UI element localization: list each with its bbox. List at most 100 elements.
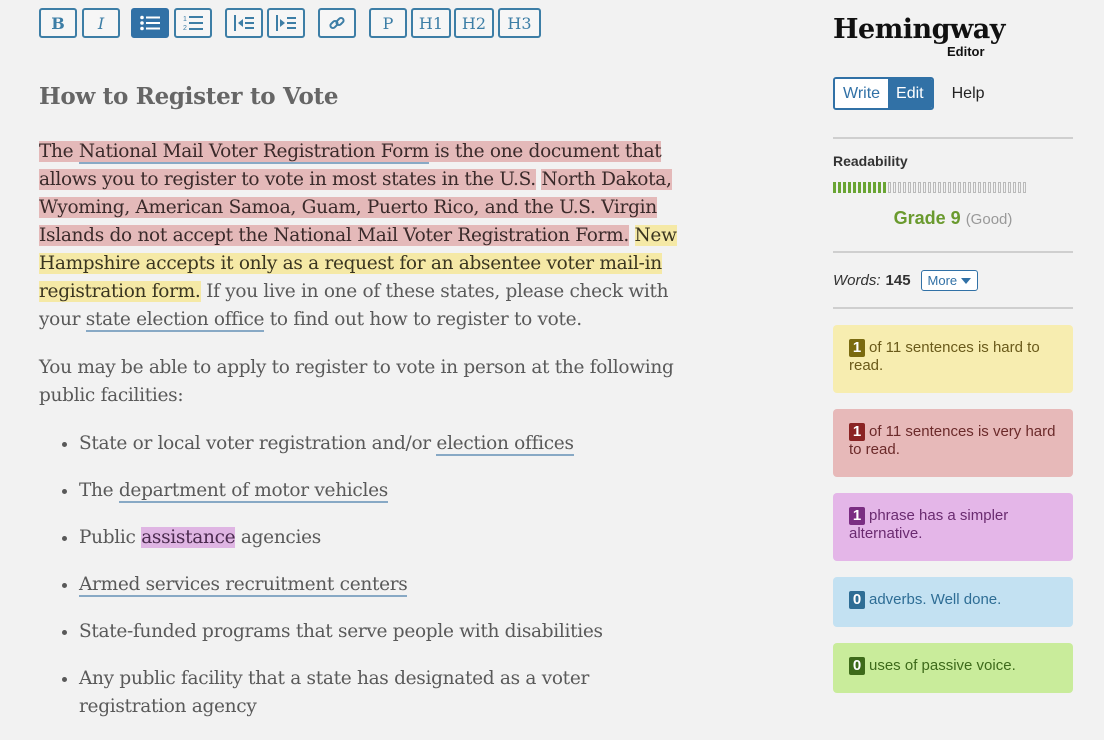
divider	[833, 307, 1073, 309]
meter-segment	[988, 182, 991, 193]
list-item: State or local voter registration and/or…	[79, 430, 679, 458]
meter-segment	[1013, 182, 1016, 193]
meter-segment	[948, 182, 951, 193]
meter-segment	[868, 182, 871, 193]
link-national-mail-form[interactable]: National Mail Voter Registration Form	[78, 141, 429, 164]
readability-meter	[833, 182, 1026, 193]
list-item: Public assistance agencies	[79, 524, 679, 552]
list-item: Armed services recruitment centers	[79, 571, 679, 599]
paragraph-1: The National Mail Voter Registration For…	[39, 138, 679, 334]
link-icon	[329, 16, 345, 30]
meter-segment	[983, 182, 986, 193]
meter-segment	[908, 182, 911, 193]
meter-segment	[968, 182, 971, 193]
facility-list: State or local voter registration and/or…	[39, 430, 679, 721]
paragraph-2: You may be able to apply to register to …	[39, 357, 674, 406]
card-text: phrase has a simpler alternative.	[849, 507, 1009, 542]
help-link[interactable]: Help	[952, 85, 985, 103]
very-hard-to-read-card[interactable]: 1 of 11 sentences is very hard to read.	[833, 409, 1073, 477]
grade-note: (Good)	[965, 211, 1013, 228]
link-dmv[interactable]: department of motor vehicles	[118, 480, 388, 503]
mode-switcher: Write Edit Help	[833, 77, 985, 110]
logo-title: Hemingway	[833, 14, 1005, 45]
bold-button[interactable]: B	[39, 8, 77, 38]
adverbs-card[interactable]: 0 adverbs. Well done.	[833, 577, 1073, 627]
numbered-list-icon: 1 2	[183, 16, 203, 32]
meter-segment	[918, 182, 921, 193]
list-item: State-funded programs that serve people …	[79, 618, 679, 646]
meter-segment	[898, 182, 901, 193]
outdent-icon	[234, 15, 254, 31]
meter-segment	[853, 182, 856, 193]
passive-voice-card[interactable]: 0 uses of passive voice.	[833, 643, 1073, 693]
bulleted-list-icon	[140, 15, 160, 31]
sentence-text: to find out how to register to vote.	[264, 309, 582, 330]
simpler-alternative-highlight: assistance	[141, 527, 236, 548]
meter-segment	[903, 182, 906, 193]
svg-text:2: 2	[183, 25, 187, 32]
meter-segment	[923, 182, 926, 193]
card-text: of 11 sentences is very hard to read.	[849, 423, 1056, 458]
indent-icon	[276, 15, 296, 31]
meter-segment	[1008, 182, 1011, 193]
meter-segment	[1003, 182, 1006, 193]
meter-segment	[913, 182, 916, 193]
word-count: Words: 145 More	[833, 270, 979, 291]
mode-toggle: Write Edit	[833, 77, 934, 110]
heading-3-button[interactable]: H3	[498, 8, 541, 38]
editor-area[interactable]: How to Register to Vote The National Mai…	[39, 78, 679, 740]
meter-segment	[873, 182, 876, 193]
link-election-offices[interactable]: election offices	[436, 433, 574, 456]
simpler-alternative-card[interactable]: 1 phrase has a simpler alternative.	[833, 493, 1073, 561]
grade-level: Grade 9 (Good)	[833, 208, 1073, 229]
list-text: The	[79, 480, 119, 501]
meter-segment	[928, 182, 931, 193]
outdent-button[interactable]	[225, 8, 263, 38]
link-button[interactable]	[318, 8, 356, 38]
divider	[833, 251, 1073, 253]
paragraph-button[interactable]: P	[369, 8, 407, 38]
list-text: State or local voter registration and/or	[79, 433, 437, 454]
heading-1-button[interactable]: H1	[411, 8, 451, 38]
card-text: of 11 sentences is hard to read.	[849, 339, 1040, 374]
meter-segment	[848, 182, 851, 193]
meter-segment	[863, 182, 866, 193]
write-mode-button[interactable]: Write	[835, 79, 889, 108]
meter-segment	[993, 182, 996, 193]
words-label: Words:	[833, 272, 881, 289]
meter-segment	[833, 182, 836, 193]
meter-segment	[953, 182, 956, 193]
more-button[interactable]: More	[920, 270, 979, 291]
grade-value: Grade 9	[893, 208, 961, 228]
divider	[833, 137, 1073, 139]
link-armed-services[interactable]: Armed services recruitment centers	[79, 574, 408, 597]
heading-2-button[interactable]: H2	[454, 8, 494, 38]
document-title: How to Register to Vote	[39, 83, 339, 110]
count-badge: 0	[849, 657, 865, 675]
count-badge: 0	[849, 591, 865, 609]
edit-mode-button[interactable]: Edit	[888, 79, 932, 108]
list-text: agencies	[235, 527, 321, 548]
italic-button[interactable]: I	[82, 8, 120, 38]
caret-down-icon	[961, 277, 972, 284]
bulleted-list-button[interactable]	[131, 8, 169, 38]
meter-segment	[933, 182, 936, 193]
count-badge: 1	[849, 339, 865, 357]
sentence-text: The	[39, 141, 79, 162]
meter-segment	[963, 182, 966, 193]
numbered-list-button[interactable]: 1 2	[174, 8, 212, 38]
count-badge: 1	[849, 423, 865, 441]
indent-button[interactable]	[267, 8, 305, 38]
meter-segment	[838, 182, 841, 193]
meter-segment	[958, 182, 961, 193]
meter-segment	[888, 182, 891, 193]
meter-segment	[1023, 182, 1026, 193]
meter-segment	[883, 182, 886, 193]
hard-to-read-card[interactable]: 1 of 11 sentences is hard to read.	[833, 325, 1073, 393]
meter-segment	[843, 182, 846, 193]
card-text: adverbs. Well done.	[869, 591, 1002, 608]
link-state-election-office[interactable]: state election office	[85, 309, 264, 332]
logo: Hemingway Editor	[833, 12, 1005, 62]
meter-segment	[878, 182, 881, 193]
meter-segment	[973, 182, 976, 193]
